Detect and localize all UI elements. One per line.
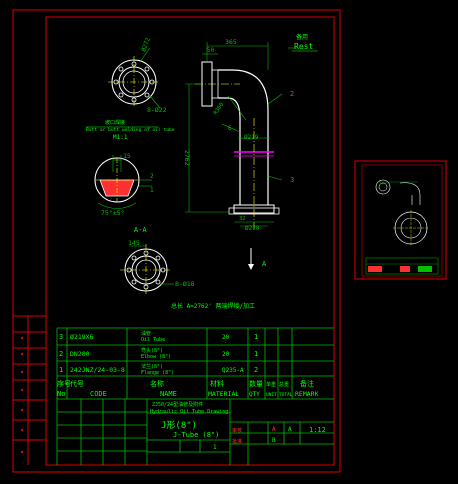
pipe-dim-50: 50	[207, 47, 215, 54]
parts-cell-name-cn: 法兰(8")	[141, 363, 163, 370]
hdr-en-4: QTY	[249, 391, 260, 398]
title-stage: A	[272, 426, 276, 433]
flange-holes-label: 8-Ø18	[175, 280, 195, 288]
hdr-cn-0: 序号	[57, 379, 71, 388]
parts-cell-name-cn: 弯头(8")	[141, 347, 163, 354]
parts-cell-no: 2	[59, 350, 63, 358]
parts-cell-name-en: Elbow (8")	[141, 354, 171, 360]
title-part-cn: J形(8")	[161, 419, 197, 431]
hdr-en-1: CODE	[90, 390, 107, 398]
parts-rows: 3 Ø219X6 油管Oil Tube 20 1 2 DN200 弯头(8")Elbow (8…	[59, 330, 258, 376]
pipe-dim-6: 6	[228, 125, 232, 132]
hdr-cn-1: 代号	[70, 379, 84, 388]
title-project-en: Hydraulic Oil Tube Drawing	[150, 409, 228, 415]
section-dim-r2: 2	[150, 173, 154, 180]
side-panel-thumbnail[interactable]	[354, 160, 447, 280]
hdr-cn-3: 材料	[210, 379, 224, 388]
parts-cell-qty: 1	[254, 350, 258, 358]
callout-3: 3	[290, 176, 294, 184]
hdr-cn-7: 备注	[300, 379, 314, 388]
rest-label-cn: 备用	[296, 33, 308, 41]
hdr-cn-5: 单重	[266, 381, 276, 388]
hdr-cn-6: 总重	[279, 381, 289, 388]
parts-cell-material: 20	[222, 351, 230, 358]
pipe-dim-365: 365	[225, 38, 237, 46]
parts-cell-code: Ø219X6	[70, 333, 94, 341]
hdr-en-7: REMARK	[295, 390, 319, 398]
section-dim-r1: 1	[150, 187, 154, 194]
hdr-en-6: TOTAL	[279, 392, 293, 398]
top-view-note-en: Butt or butt welding of oil tube	[86, 127, 175, 133]
section-dim-15: 15	[123, 152, 131, 160]
rest-label-en: Rest	[294, 42, 313, 51]
section-label: A-A	[134, 226, 147, 234]
pipe-dim-length: 2762	[183, 150, 191, 166]
hdr-cn-4: 数量	[249, 379, 263, 388]
top-view-holes-label: 8-Ø22	[147, 106, 167, 114]
title-label-app: 批准	[232, 438, 242, 445]
top-view-note-cn: 坡口焊接	[105, 119, 125, 126]
length-note: 总长 A=2762' 两端焊接/加工	[171, 302, 255, 310]
parts-cell-name-en: Oil Tube	[141, 337, 165, 343]
pipe-dim-32: 32	[239, 216, 246, 222]
parts-cell-qty: 2	[254, 366, 258, 374]
title-mark-a: A	[288, 426, 292, 433]
hdr-en-5: UNIT	[266, 392, 277, 398]
pipe-dim-270: Ø270	[245, 225, 260, 232]
parts-cell-code: 242JNZ/24-03-8	[70, 366, 125, 374]
pipe-dim-219: Ø219	[244, 134, 259, 141]
title-mark-b: B	[272, 437, 276, 444]
flange-dim-145: 145	[128, 239, 140, 247]
hdr-cn-2: 名称	[150, 379, 164, 388]
title-label-chk: 审核	[232, 427, 242, 434]
hdr-en-3: MATERIAL	[208, 390, 239, 398]
title-project-cn: ZJ50/24型油管及附件	[152, 401, 203, 408]
parts-cell-name-cn: 油管	[141, 330, 151, 337]
hdr-en-0: No	[57, 390, 65, 398]
hdr-en-2: NAME	[160, 390, 177, 398]
cad-drawing-canvas: Ø272 8-Ø22 坡口焊接 Butt or butt welding of …	[0, 0, 458, 484]
top-view-note-scale: M1:1	[113, 134, 128, 141]
callout-2: 2	[290, 90, 294, 98]
section-dim-angle: 75°±5°	[101, 209, 124, 217]
title-sheet: 1	[213, 444, 217, 451]
parts-cell-name-en: Flange (8")	[141, 370, 174, 376]
parts-cell-no: 1	[59, 366, 63, 374]
parts-cell-qty: 1	[254, 333, 258, 341]
parts-cell-no: 3	[59, 333, 63, 341]
parts-cell-material: 20	[222, 334, 230, 341]
parts-cell-code: DN200	[70, 350, 90, 358]
parts-cell-material: Q235-A	[222, 367, 244, 374]
title-scale: 1:12	[309, 426, 326, 434]
title-part-en: J-Tube (8")	[173, 431, 219, 439]
